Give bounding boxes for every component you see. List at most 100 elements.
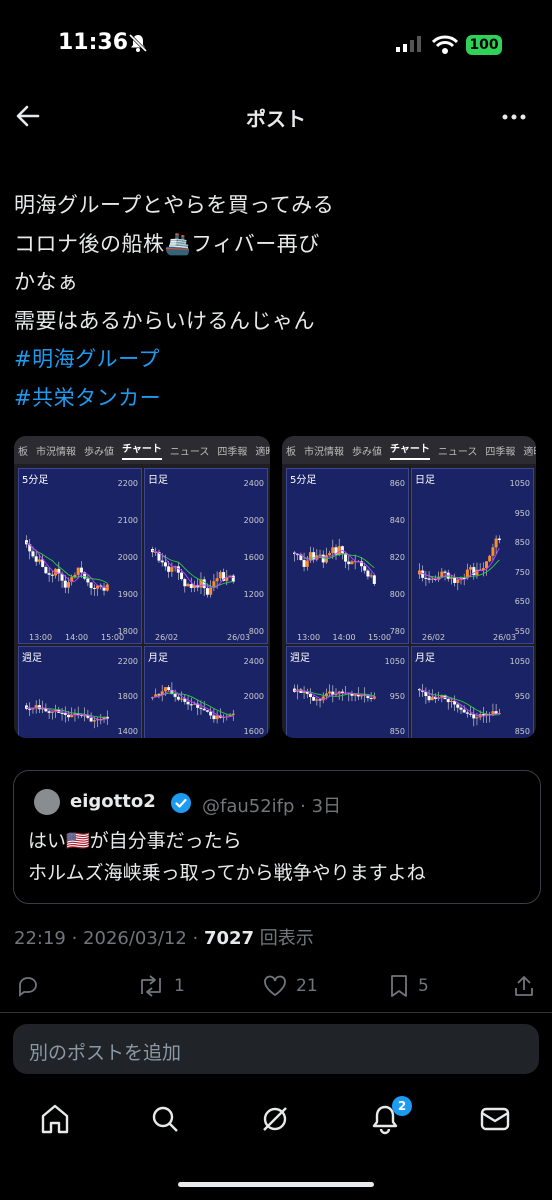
candlestick-plot [25,699,109,729]
chart-app-tab: 適時 [523,446,536,458]
candle-body [34,556,38,562]
candle-body [47,573,51,575]
chart-xtick: 26/03 [493,633,517,642]
chart-panel: 5分足 2200 2100 2000 1900 1800 13:00 14:00 15:00 [18,468,142,644]
chart-ytick: 1600 [243,727,264,736]
candlestick-plot [151,546,235,598]
hashtag-link[interactable]: #明海グループ [14,340,534,379]
wifi-icon [432,35,458,54]
candle-body [308,552,312,561]
chart-panel: 5分足 860 840 820 800 780 13:00 14:00 15:00 [286,468,409,644]
chart-ytick: 1400 [117,727,138,736]
search-icon[interactable] [148,1102,182,1136]
candle-body [318,554,322,556]
quote-author-name: eigotto2 [70,791,156,812]
chart-app-tabs: 板市況情報歩み値チャートニュース四季報適時 [282,436,536,464]
candle-body [92,720,96,722]
candlestick-plot [418,683,501,727]
candle-body [157,694,161,696]
bookmark-button[interactable]: 5 [388,974,429,998]
chart-ytick: 950 [514,508,530,518]
more-options-icon[interactable] [500,103,528,131]
chart-app-tab: 適時 [255,446,270,458]
chart-screenshot-left[interactable]: 板市況情報歩み値チャートニュース四季報適時 5分足2200210020001900… [14,436,270,738]
candle-body [186,701,190,705]
divider [0,1012,552,1013]
avatar [34,789,60,815]
candle-body [63,713,67,715]
candle-body [430,696,434,701]
candle-body [328,553,332,556]
candle-body [372,575,376,584]
candle-body [89,582,93,588]
hashtag-link[interactable]: #共栄タンカー [14,379,534,418]
grok-icon[interactable] [258,1102,292,1136]
candle-body [430,578,434,580]
share-button[interactable] [512,974,536,998]
candle-body [28,708,32,710]
candle-body [76,567,80,575]
chart-xtick: 13:00 [297,633,321,642]
candle-body [67,714,70,718]
chart-ytick: 1800 [117,692,138,701]
candle-body [312,697,316,701]
chart-screenshot-right[interactable]: 板市況情報歩み値チャートニュース四季報適時 5分足8608408208007801… [282,436,536,738]
candlestick-plot [151,682,235,724]
chart-app-tabs: 板市況情報歩み値チャートニュース四季報適時 [14,436,270,464]
repost-count: 1 [174,976,185,996]
candle-body [459,707,463,710]
post-line: かなぁ [14,270,79,294]
page-title: ポスト [246,107,306,131]
candle-body [443,571,447,573]
chart-ytick: 550 [514,627,530,636]
post-timestamp: 22:19 · 2026/03/12 · [14,928,204,949]
battery-indicator: 100 [466,35,502,55]
views-label: 回表示 [254,928,314,949]
chart-xtick: 15:00 [368,633,392,642]
messages-icon[interactable] [478,1102,512,1136]
chart-ytick: 650 [514,597,530,607]
chart-ytick: 800 [389,590,405,599]
quote-author-handle: @fau52ifp · 3日 [202,796,342,817]
quoted-post[interactable]: eigotto2 @fau52ifp · 3日 はい🇺🇸が自分事だったら ホルム… [13,770,541,904]
chart-ytick: 2200 [117,657,138,666]
candle-body [83,715,87,717]
signal-icon [396,36,421,52]
reply-composer[interactable]: 別のポストを追加 [13,1024,539,1074]
candle-body [456,579,460,583]
candle-body [312,552,316,560]
chart-app-tab: 市況情報 [36,446,76,458]
candle-body [469,713,473,715]
candle-body [475,717,479,719]
candle-body [488,555,492,562]
chart-app-tab: ニュース [437,446,478,458]
candle-body [366,570,370,577]
candle-body [37,559,41,562]
candle-body [497,538,501,540]
repost-button[interactable]: 1 [136,974,185,998]
candle-body [209,587,213,595]
candle-body [424,577,428,579]
candle-body [205,710,209,712]
chart-xtick: 13:00 [29,633,53,642]
candle-body [363,566,367,571]
candle-body [193,703,196,705]
chart-ytick: 1600 [243,553,264,562]
home-icon[interactable] [38,1102,72,1136]
reply-button[interactable] [16,974,40,998]
composer-placeholder: 別のポストを追加 [29,1042,182,1064]
share-icon [515,976,533,996]
chart-ytick: 860 [389,479,405,488]
candle-body [37,705,41,710]
chart-app-tab: ニュース [169,446,210,458]
candle-body [427,578,431,580]
candle-body [92,587,96,589]
chart-panel: 月足 1050 950 850 [411,646,534,738]
candle-body [183,579,187,587]
like-button[interactable]: 21 [262,974,318,998]
chart-ytick: 2200 [117,479,138,488]
moving-average-line [26,541,108,589]
chart-panel: 週足 1050 950 850 [286,646,409,738]
post-line: 明海グループとやらを買ってみる [14,193,335,217]
post-line: 需要はあるからいけるんじゃん [14,308,315,333]
